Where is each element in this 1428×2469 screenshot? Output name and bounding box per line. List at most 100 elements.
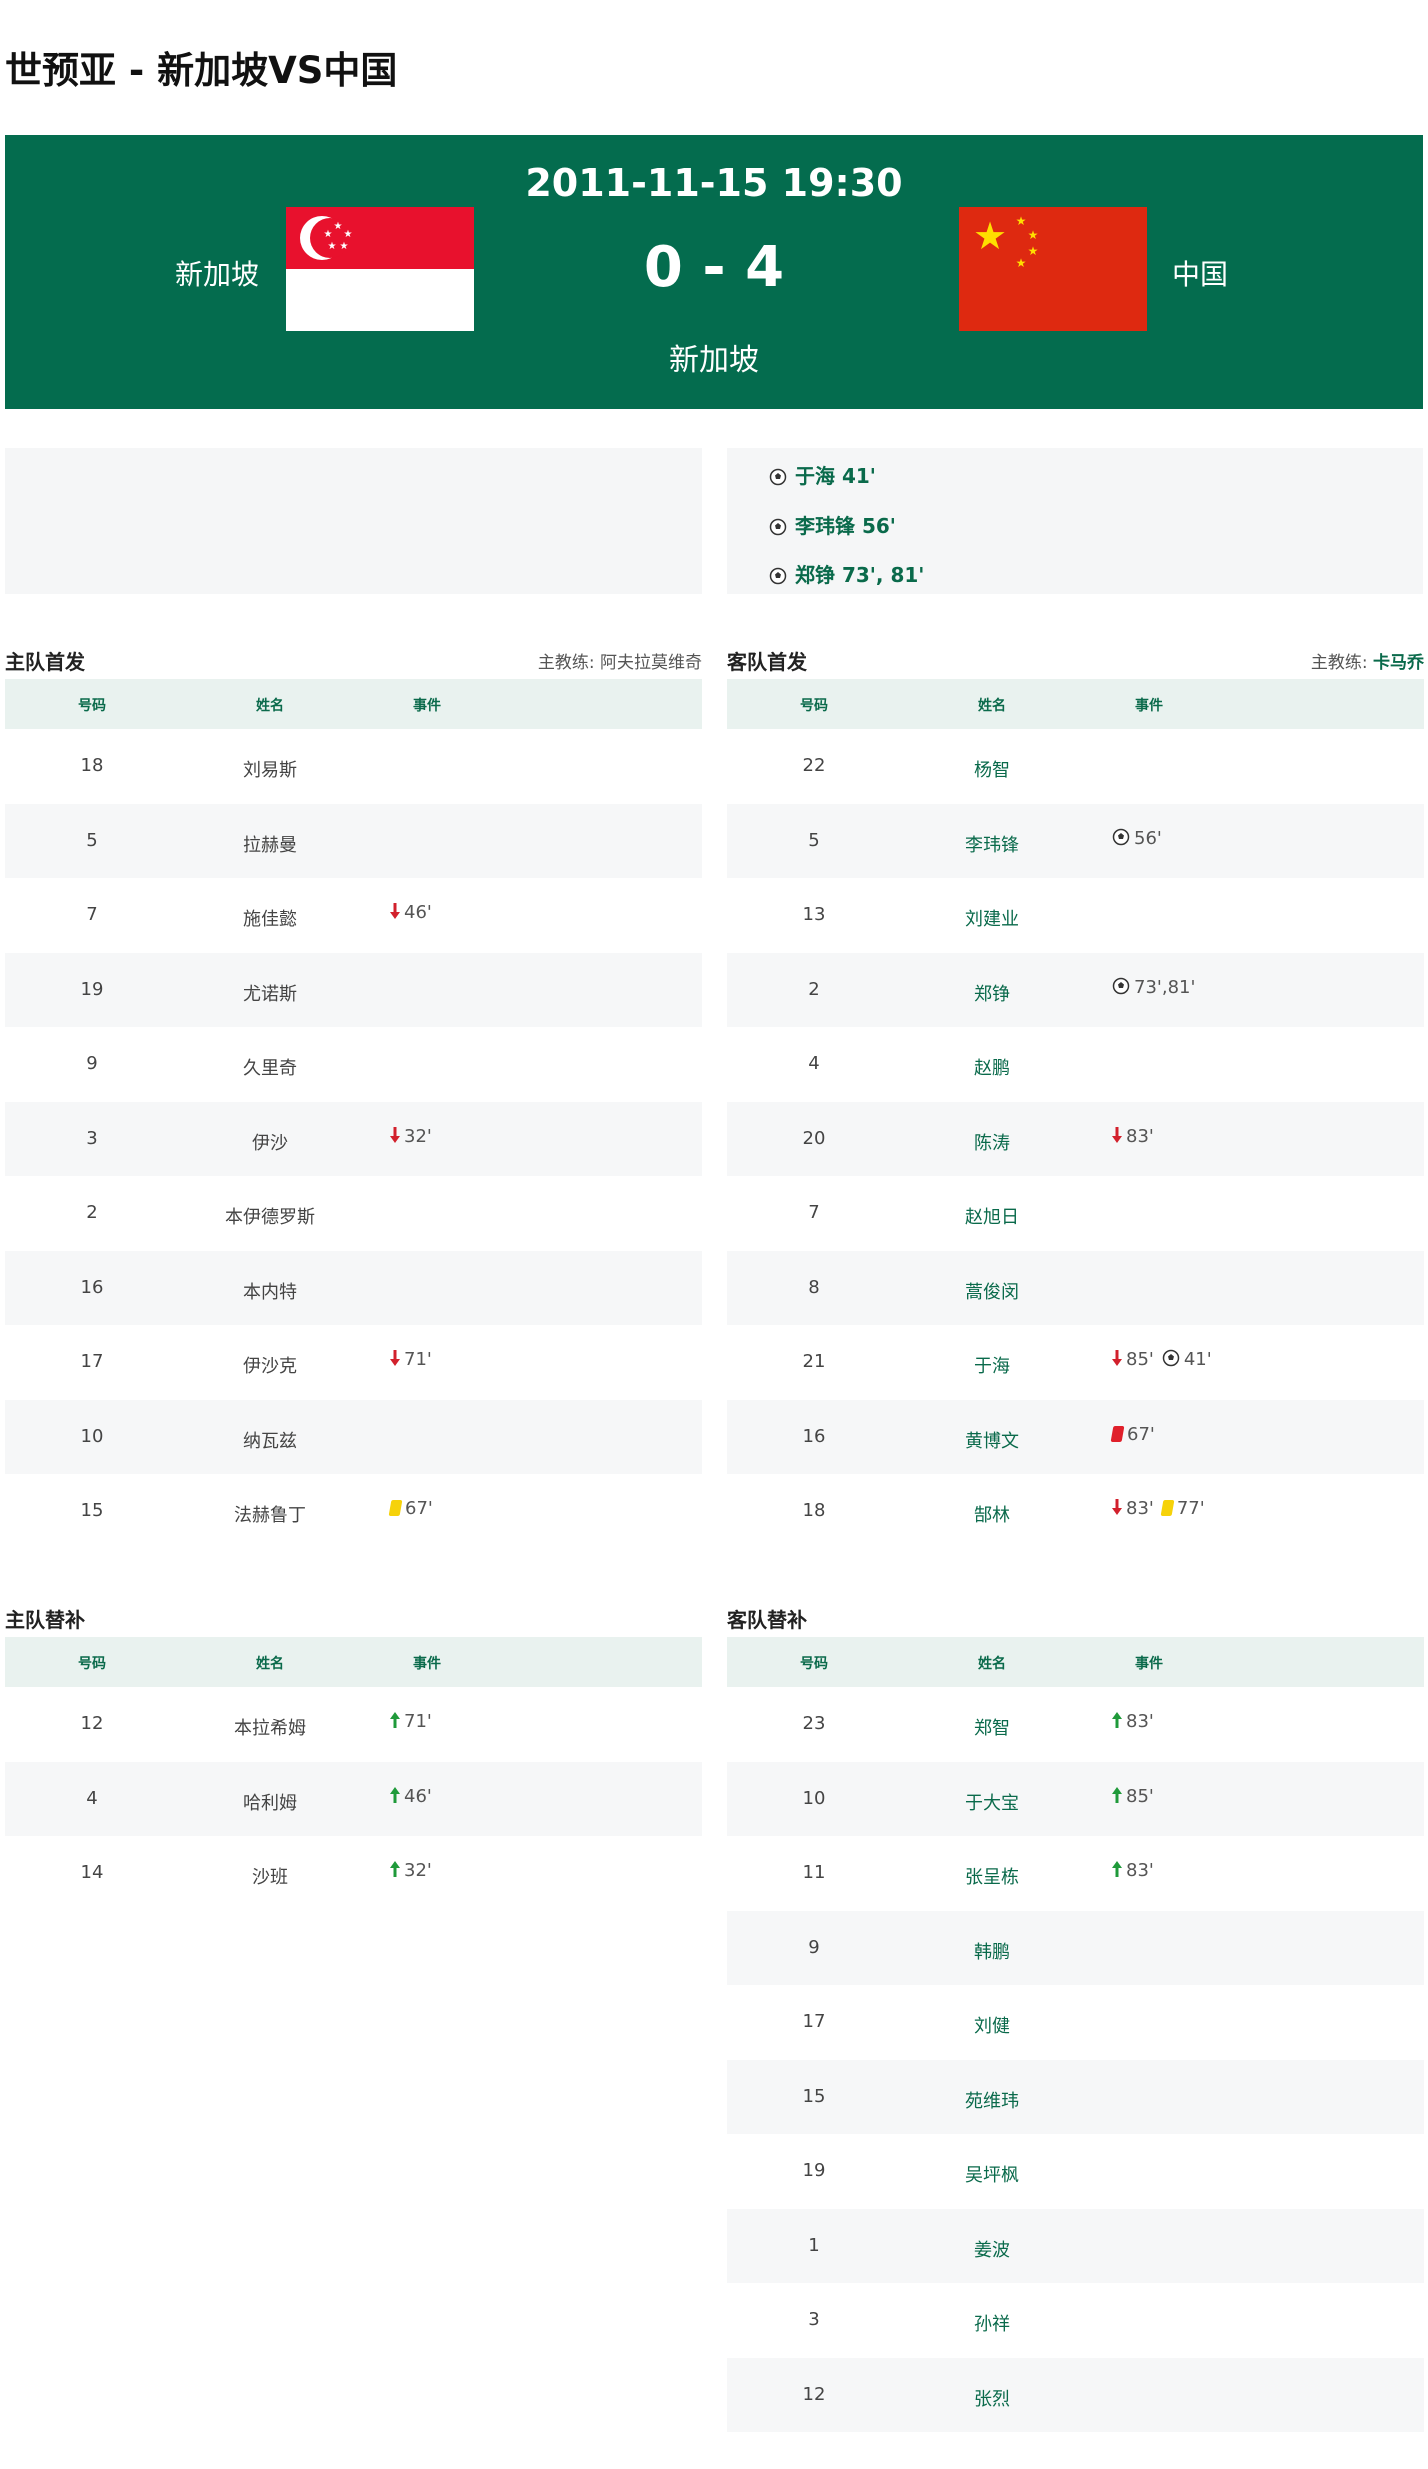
player-events: 83': [1112, 1860, 1154, 1883]
event-minute: 85': [1126, 1785, 1154, 1807]
section-title: 客队替补: [727, 1608, 807, 1632]
table-row: 16 黄博文 67': [727, 1399, 1424, 1474]
section-title: 主队替补: [5, 1608, 85, 1632]
header-event: 事件: [413, 698, 441, 714]
player-name[interactable]: 姜波: [912, 2236, 1072, 2262]
soccer-ball-icon: [769, 468, 787, 486]
player-name[interactable]: 沙班: [190, 1863, 350, 1889]
sub-in-icon: [1112, 1786, 1122, 1809]
table-row: 3 孙祥: [727, 2283, 1424, 2357]
table-row: 19 尤诺斯: [5, 952, 702, 1027]
player-name[interactable]: 刘易斯: [190, 756, 350, 782]
player-name[interactable]: 杨智: [912, 756, 1072, 782]
player-name[interactable]: 韩鹏: [912, 1938, 1072, 1964]
header-event: 事件: [1135, 1656, 1163, 1672]
player-name[interactable]: 本内特: [190, 1278, 350, 1304]
sub-out-icon: [390, 902, 400, 925]
player-name[interactable]: 蒿俊闵: [912, 1278, 1072, 1304]
table-header: 号码 姓名 事件: [727, 1637, 1424, 1687]
table-row: 4 赵鹏: [727, 1027, 1424, 1101]
player-name[interactable]: 本拉希姆: [190, 1714, 350, 1740]
player-number: 15: [80, 1500, 104, 1521]
player-number: 9: [808, 1936, 820, 1958]
event-minute: 71': [404, 1349, 432, 1370]
event-minute: 67': [405, 1498, 433, 1519]
player-number: 10: [80, 1425, 104, 1447]
player-name[interactable]: 张烈: [912, 2385, 1072, 2411]
soccer-ball-icon: [769, 567, 787, 585]
player-number: 5: [808, 829, 820, 851]
sub-in-icon: [1112, 1711, 1122, 1734]
sub-in-icon: [390, 1860, 400, 1883]
goal-entry: 郑铮 73', 81': [769, 559, 924, 588]
player-name[interactable]: 陈涛: [912, 1129, 1072, 1155]
player-name[interactable]: 纳瓦兹: [190, 1427, 350, 1453]
player-events: 73',81': [1112, 977, 1195, 1000]
player-name[interactable]: 法赫鲁丁: [190, 1501, 350, 1527]
player-name[interactable]: 吴坪枫: [912, 2161, 1072, 2187]
player-name[interactable]: 苑维玮: [912, 2087, 1072, 2113]
sub-out-icon: [390, 1349, 400, 1372]
player-name[interactable]: 刘建业: [912, 905, 1072, 931]
china-flag-icon[interactable]: ★ ★ ★ ★ ★: [959, 207, 1147, 331]
player-number: 4: [86, 1787, 98, 1809]
player-events: 83': [1112, 1711, 1154, 1734]
player-name[interactable]: 施佳懿: [190, 905, 350, 931]
table-row: 20 陈涛 83': [727, 1101, 1424, 1176]
player-events: 46': [390, 902, 432, 925]
table-row: 15 苑维玮: [727, 2059, 1424, 2134]
player-name[interactable]: 于海: [912, 1352, 1072, 1378]
player-name[interactable]: 于大宝: [912, 1789, 1072, 1815]
player-name[interactable]: 张呈栋: [912, 1863, 1072, 1889]
player-name[interactable]: 拉赫曼: [190, 831, 350, 857]
table-row: 18 刘易斯: [5, 729, 702, 803]
player-number: 16: [80, 1276, 104, 1298]
player-name[interactable]: 赵旭日: [912, 1203, 1072, 1229]
player-name[interactable]: 李玮锋: [912, 831, 1072, 857]
header-event: 事件: [1135, 698, 1163, 714]
event-minute: 46': [404, 902, 432, 923]
table-row: 8 蒿俊闵: [727, 1250, 1424, 1325]
player-events: 83' 77': [1112, 1498, 1205, 1521]
player-name[interactable]: 本伊德罗斯: [190, 1203, 350, 1229]
table-row: 10 纳瓦兹: [5, 1399, 702, 1474]
player-name[interactable]: 刘健: [912, 2012, 1072, 2038]
header-name: 姓名: [978, 698, 1006, 714]
player-name[interactable]: 孙祥: [912, 2310, 1072, 2336]
home-coach: 主教练: 阿夫拉莫维奇: [537, 653, 702, 673]
page-title: 世预亚 - 新加坡VS中国: [5, 49, 398, 92]
player-name[interactable]: 赵鹏: [912, 1054, 1072, 1080]
player-number: 3: [86, 1127, 98, 1149]
event-minute: 83': [1126, 1125, 1154, 1147]
section-title: 主队首发: [5, 650, 85, 674]
player-number: 11: [802, 1862, 826, 1883]
section-title: 客队首发: [727, 650, 807, 674]
player-number: 13: [802, 904, 826, 925]
player-name[interactable]: 伊沙: [190, 1129, 350, 1155]
player-events: 56': [1112, 828, 1162, 851]
player-name[interactable]: 郑铮: [912, 980, 1072, 1006]
event-minute: 46': [404, 1785, 432, 1807]
event-minute: 32': [404, 1125, 432, 1147]
table-header: 号码 姓名 事件: [5, 1637, 702, 1687]
away-coach-name[interactable]: 卡马乔: [1373, 653, 1424, 673]
player-name[interactable]: 伊沙克: [190, 1352, 350, 1378]
player-name[interactable]: 尤诺斯: [190, 980, 350, 1006]
away-team-name[interactable]: 中国: [1172, 253, 1228, 293]
match-datetime: 2011-11-15 19:30: [525, 161, 903, 205]
player-name[interactable]: 郑智: [912, 1714, 1072, 1740]
player-name[interactable]: 哈利姆: [190, 1789, 350, 1815]
player-name[interactable]: 郜林: [912, 1501, 1072, 1527]
home-goals-panel: [5, 448, 702, 594]
event-minute: 56': [1134, 827, 1162, 849]
event-minute: 83': [1126, 1860, 1154, 1881]
player-name[interactable]: 久里奇: [190, 1054, 350, 1080]
player-number: 14: [80, 1862, 104, 1883]
player-name[interactable]: 黄博文: [912, 1427, 1072, 1453]
event-minute: 77': [1176, 1498, 1205, 1519]
player-number: 17: [802, 2011, 826, 2032]
player-number: 18: [80, 755, 104, 776]
sub-in-icon: [1112, 1860, 1122, 1883]
sub-out-icon: [1112, 1126, 1122, 1149]
player-number: 16: [802, 1425, 826, 1447]
